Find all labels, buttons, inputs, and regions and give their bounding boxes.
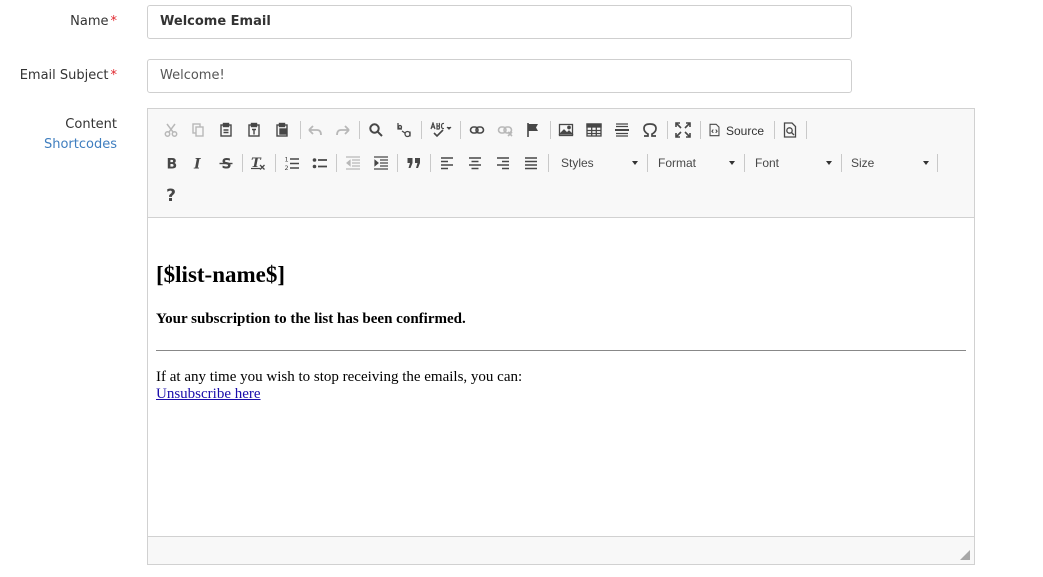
special-character-icon[interactable]	[639, 119, 661, 141]
blockquote-icon[interactable]	[403, 152, 425, 174]
anchor-flag-icon[interactable]	[522, 119, 544, 141]
link-icon[interactable]	[466, 119, 488, 141]
stop-receiving-text: If at any time you wish to stop receivin…	[156, 369, 523, 385]
find-icon[interactable]	[365, 119, 387, 141]
subject-label-text: Email Subject	[19, 68, 109, 83]
toolbar-separator	[336, 154, 337, 172]
content-label: Content	[65, 117, 117, 132]
source-button[interactable]: Source	[708, 120, 764, 142]
toolbar-separator	[397, 154, 398, 172]
editor-toolbar: Source B I S T 12 Styles Format Font Siz…	[148, 109, 974, 218]
preview-icon[interactable]	[779, 119, 801, 141]
email-subject-input[interactable]: Welcome!	[147, 59, 852, 93]
toolbar-separator	[359, 121, 360, 139]
toolbar-separator	[937, 154, 938, 172]
remove-format-icon[interactable]: T	[247, 152, 269, 174]
source-label: Source	[726, 124, 765, 138]
unsubscribe-link[interactable]: Unsubscribe here	[156, 386, 261, 402]
toolbar-separator	[548, 154, 549, 172]
resize-handle-icon[interactable]	[960, 550, 970, 560]
unsubscribe-paragraph: If at any time you wish to stop receivin…	[156, 369, 522, 403]
toolbar-separator	[421, 121, 422, 139]
divider	[156, 350, 966, 351]
chevron-down-icon	[923, 161, 929, 165]
bulleted-list-icon[interactable]	[309, 152, 331, 174]
align-center-icon[interactable]	[464, 152, 486, 174]
styles-label: Styles	[561, 156, 594, 170]
svg-text:2: 2	[285, 164, 289, 171]
copy-icon[interactable]	[187, 119, 209, 141]
font-dropdown[interactable]: Font	[755, 153, 832, 173]
paste-text-icon[interactable]	[243, 119, 265, 141]
subject-label: Email Subject *	[0, 68, 117, 83]
toolbar-separator	[700, 121, 701, 139]
confirmation-text: Your subscription to the list has been c…	[156, 311, 466, 327]
name-label: Name *	[0, 14, 117, 29]
editor-status-bar	[148, 536, 974, 564]
table-icon[interactable]	[583, 119, 605, 141]
required-mark: *	[110, 14, 118, 29]
image-icon[interactable]	[555, 119, 577, 141]
shortcodes-link[interactable]: Shortcodes	[0, 137, 117, 152]
maximize-icon[interactable]	[672, 119, 694, 141]
email-heading: [$list-name$]	[156, 262, 286, 287]
chevron-down-icon	[632, 161, 638, 165]
undo-icon[interactable]	[304, 119, 326, 141]
help-icon[interactable]: ?	[160, 185, 182, 207]
required-mark: *	[110, 68, 118, 83]
italic-icon[interactable]: I	[187, 152, 209, 174]
strikethrough-icon[interactable]: S	[215, 152, 237, 174]
numbered-list-icon[interactable]: 12	[281, 152, 303, 174]
format-dropdown[interactable]: Format	[658, 153, 735, 173]
styles-dropdown[interactable]: Styles	[561, 153, 638, 173]
name-input[interactable]: Welcome Email	[147, 5, 852, 39]
size-dropdown[interactable]: Size	[851, 153, 929, 173]
cut-icon[interactable]	[160, 119, 182, 141]
redo-icon[interactable]	[332, 119, 354, 141]
spellcheck-icon[interactable]	[427, 119, 457, 141]
toolbar-separator	[430, 154, 431, 172]
toolbar-separator	[647, 154, 648, 172]
unlink-icon[interactable]	[494, 119, 516, 141]
svg-text:B: B	[167, 157, 178, 172]
toolbar-separator	[275, 154, 276, 172]
chevron-down-icon	[826, 161, 832, 165]
toolbar-separator	[774, 121, 775, 139]
editor-content-area[interactable]: [$list-name$] Your subscription to the l…	[156, 217, 966, 536]
replace-icon[interactable]	[393, 119, 415, 141]
toolbar-separator	[841, 154, 842, 172]
indent-icon[interactable]	[370, 152, 392, 174]
font-label: Font	[755, 156, 780, 170]
toolbar-separator	[806, 121, 807, 139]
paste-from-word-icon[interactable]	[271, 119, 293, 141]
align-left-icon[interactable]	[436, 152, 458, 174]
format-label: Format	[658, 156, 697, 170]
svg-text:I: I	[193, 157, 201, 172]
outdent-icon[interactable]	[342, 152, 364, 174]
toolbar-separator	[300, 121, 301, 139]
name-label-text: Name	[70, 14, 109, 29]
chevron-down-icon	[729, 161, 735, 165]
size-label: Size	[851, 156, 875, 170]
horizontal-line-icon[interactable]	[611, 119, 633, 141]
bold-icon[interactable]: B	[160, 152, 182, 174]
rich-text-editor: Source B I S T 12 Styles Format Font Siz…	[147, 108, 975, 565]
toolbar-separator	[667, 121, 668, 139]
justify-icon[interactable]	[520, 152, 542, 174]
svg-text:1: 1	[285, 156, 289, 164]
source-icon	[708, 123, 721, 140]
toolbar-separator	[744, 154, 745, 172]
toolbar-separator	[550, 121, 551, 139]
paste-icon[interactable]	[215, 119, 237, 141]
toolbar-separator	[460, 121, 461, 139]
align-right-icon[interactable]	[492, 152, 514, 174]
toolbar-separator	[242, 154, 243, 172]
